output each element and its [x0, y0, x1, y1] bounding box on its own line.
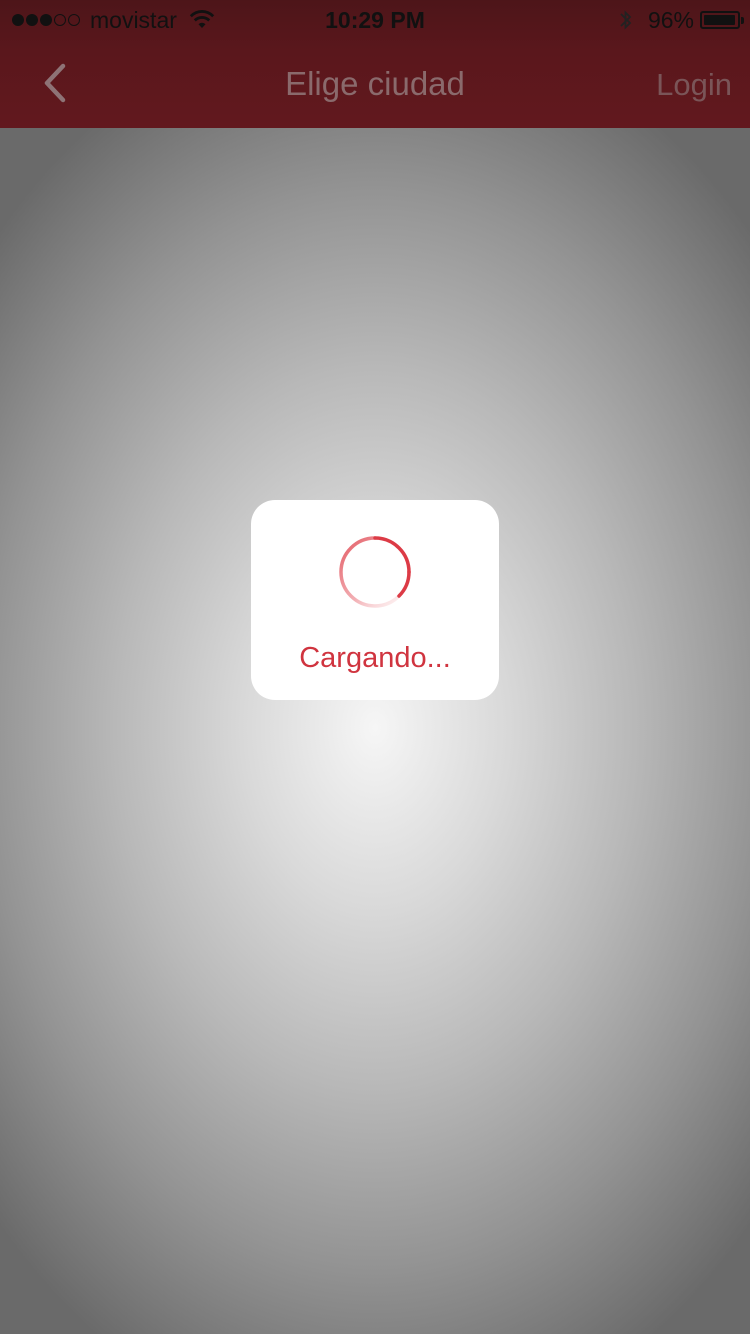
battery-nub [741, 17, 744, 24]
login-button[interactable]: Login [656, 40, 732, 128]
status-bar: movistar 10:29 PM 96% [0, 0, 750, 40]
battery-level-fill [704, 15, 735, 25]
loading-text: Cargando... [299, 642, 451, 674]
bluetooth-icon [620, 10, 632, 30]
navigation-bar: Elige ciudad Login [0, 40, 750, 128]
header: movistar 10:29 PM 96% Elige ciudad Login [0, 0, 750, 128]
screen: movistar 10:29 PM 96% Elige ciudad Login… [0, 0, 750, 1334]
page-title: Elige ciudad [285, 65, 465, 102]
content-overlay [0, 128, 750, 1334]
status-right: 96% [618, 6, 744, 34]
battery-icon [700, 11, 744, 29]
battery-percentage: 96% [647, 6, 694, 33]
spinner-icon [339, 536, 411, 608]
loading-dialog: Cargando... [251, 500, 499, 700]
